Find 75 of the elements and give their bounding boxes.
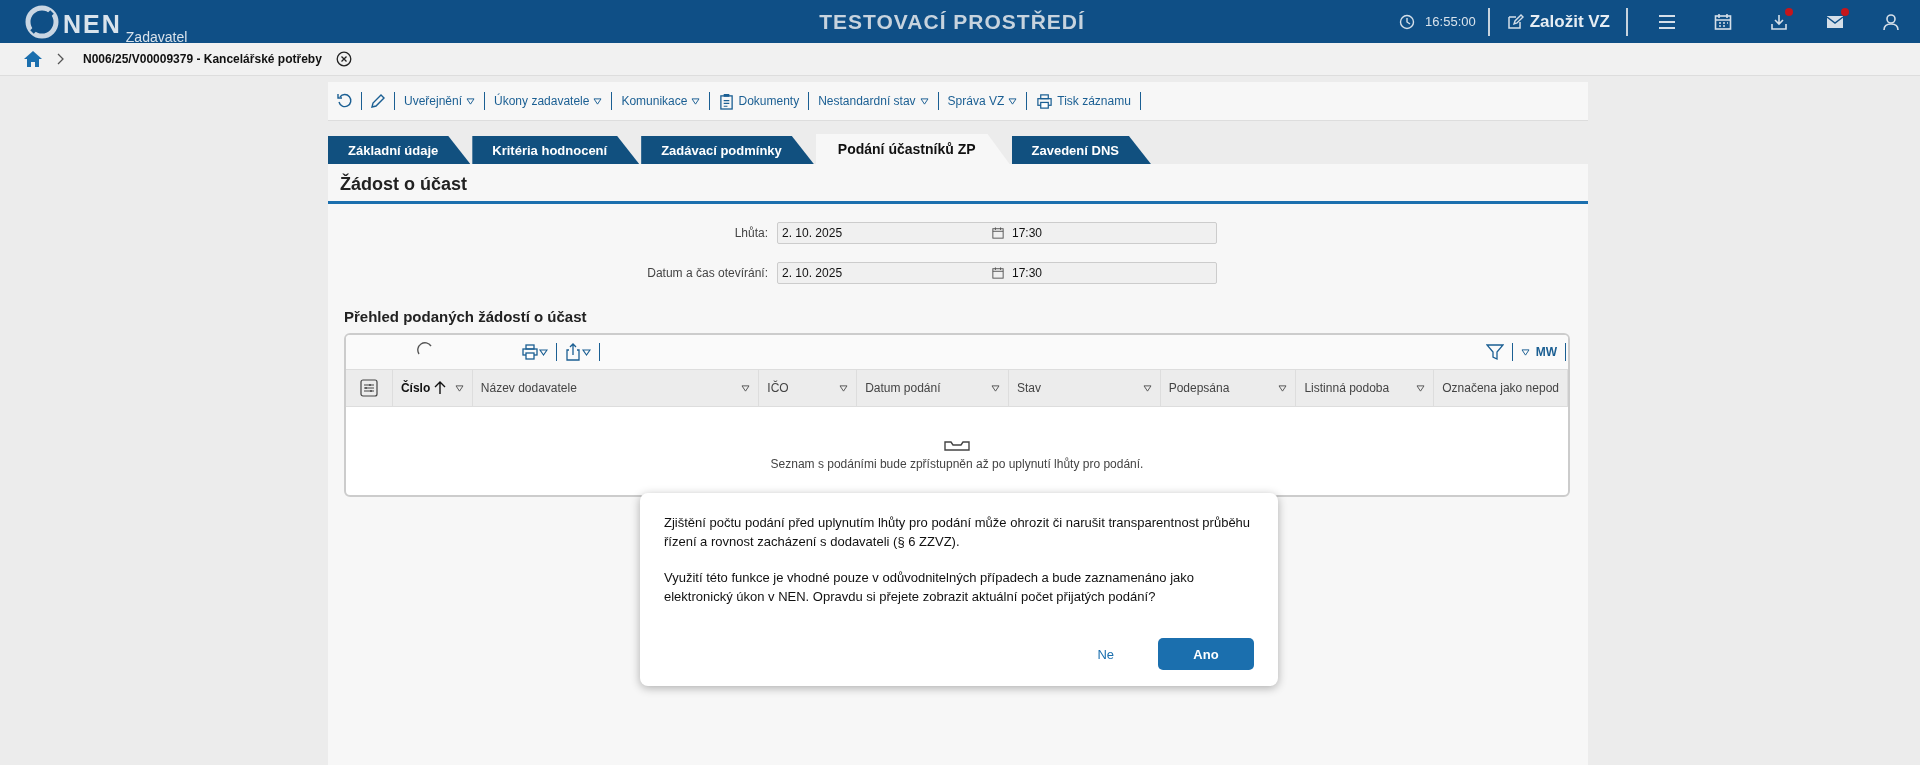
- calendar-icon[interactable]: [992, 227, 1004, 239]
- refresh-icon[interactable]: [336, 92, 354, 110]
- empty-message: Seznam s podáními bude zpřístupněn až po uplynutí lhůty pro podání.: [770, 457, 1144, 471]
- caret-icon[interactable]: [1142, 384, 1152, 392]
- notification-dot: [1785, 7, 1793, 16]
- toolbar-menu[interactable]: Uveřejnění: [402, 92, 478, 110]
- column-header[interactable]: Podepsána: [1160, 370, 1297, 406]
- toolbar-button[interactable]: Dokumenty: [717, 90, 802, 112]
- calendar-icon: [1713, 11, 1733, 32]
- environment-title: TESTOVACÍ PROSTŘEDÍ: [818, 9, 1086, 34]
- column-header[interactable]: Listinná podoba: [1296, 370, 1435, 406]
- caret-icon[interactable]: [741, 384, 751, 392]
- caret-icon[interactable]: [1278, 384, 1288, 392]
- caret-icon: [919, 97, 929, 105]
- column-header[interactable]: Název dodavatele: [472, 370, 760, 406]
- logo-text: NEN: [63, 8, 122, 39]
- column-settings-icon[interactable]: [359, 379, 378, 397]
- column-header[interactable]: Číslo: [392, 370, 473, 406]
- cancel-button[interactable]: Ne: [1083, 638, 1128, 670]
- confirm-button[interactable]: Ano: [1158, 638, 1254, 670]
- notification-dot: [1841, 7, 1849, 16]
- caret-icon: [1520, 348, 1530, 356]
- home-icon[interactable]: [23, 50, 43, 68]
- date-time-field[interactable]: 2. 10. 2025 17:30: [777, 262, 1217, 284]
- breadcrumb-item[interactable]: N006/25/V00009379 - Kancelářské potřeby: [83, 52, 322, 66]
- printer-icon: [522, 344, 548, 360]
- export-button[interactable]: [565, 343, 591, 361]
- caret-icon[interactable]: [990, 384, 1000, 392]
- user-icon: [1881, 11, 1901, 32]
- edit-icon[interactable]: [369, 92, 387, 110]
- dialog-message: Zjištění počtu podání před uplynutím lhůty pro podání může ohrozit či narušit transparentnost průběhu řízení a rovnost zacházení s dodavateli (§ 6 ZZVZ).: [664, 514, 1252, 551]
- date-time-field[interactable]: 2. 10. 2025 17:30: [777, 222, 1217, 244]
- field-label: Datum a čas otevírání:: [646, 266, 769, 280]
- clock-time: 16:55:00: [1425, 14, 1476, 29]
- logo-subtitle: Zadavatel: [125, 28, 188, 45]
- caret-icon: [593, 97, 603, 105]
- close-icon[interactable]: [335, 51, 352, 67]
- tab[interactable]: Zadávací podmínky: [641, 136, 814, 164]
- column-header[interactable]: Označena jako nepod: [1434, 370, 1568, 406]
- filter-icon[interactable]: [1485, 343, 1504, 361]
- view-menu[interactable]: MW: [1520, 345, 1557, 359]
- toolbar-button[interactable]: Tisk záznamu: [1034, 90, 1133, 112]
- field-label: Lhůta:: [733, 226, 769, 240]
- caret-icon[interactable]: [454, 384, 464, 392]
- sort-arrow-icon[interactable]: [434, 381, 447, 395]
- chevron-icon: [57, 53, 65, 65]
- clock-icon: [1399, 13, 1416, 30]
- print-button[interactable]: [522, 344, 548, 360]
- toolbar-menu[interactable]: Úkony zadavatele: [492, 92, 605, 110]
- section-title: Žádost o účast: [328, 164, 1588, 204]
- toolbar-menu[interactable]: Nestandardní stav: [816, 92, 931, 110]
- column-header[interactable]: Stav: [1008, 370, 1161, 406]
- caret-icon: [466, 97, 476, 105]
- share-icon: [565, 343, 591, 361]
- create-button[interactable]: Založit VZ: [1501, 7, 1614, 36]
- column-header[interactable]: IČO: [759, 370, 858, 406]
- column-header[interactable]: Datum podání: [857, 370, 1009, 406]
- empty-tray-icon: [944, 439, 970, 451]
- caret-icon: [691, 97, 701, 105]
- clipboard-icon: [719, 92, 735, 110]
- tab[interactable]: Zavedení DNS: [1011, 136, 1151, 164]
- tab[interactable]: Základní údaje: [328, 136, 471, 164]
- caret-icon[interactable]: [1416, 384, 1426, 392]
- dialog-message: Využití této funkce je vhodné pouze v odůvodnitelných případech a bude zaznamenáno jako elektronický úkon v NEN. Opravdu si přejete zobrazit aktuální počet přijatých podání?: [664, 569, 1195, 606]
- tab[interactable]: Podání účastníků ZP: [815, 134, 1010, 164]
- toolbar-menu[interactable]: Správa VZ: [945, 92, 1020, 110]
- table-title: Přehled podaných žádostí o účast: [344, 308, 588, 325]
- calendar-icon[interactable]: [992, 267, 1004, 279]
- caret-icon[interactable]: [839, 384, 849, 392]
- caret-icon: [1008, 97, 1018, 105]
- printer-icon: [1036, 92, 1054, 110]
- toolbar-menu[interactable]: Komunikace: [619, 92, 703, 110]
- edit-icon: [1505, 12, 1524, 31]
- tab[interactable]: Kritéria hodnocení: [472, 136, 640, 164]
- logo-icon: [25, 4, 59, 39]
